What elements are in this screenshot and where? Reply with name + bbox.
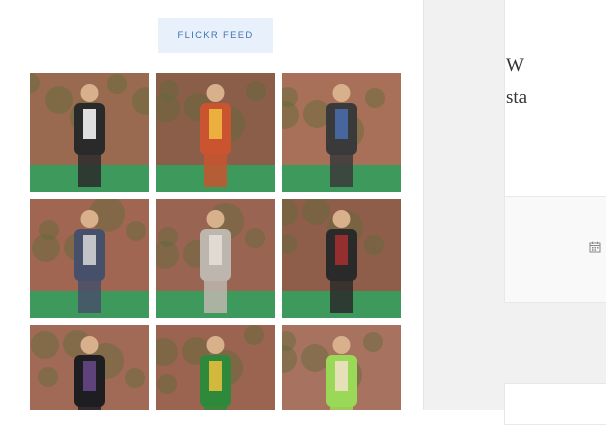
photo-image	[282, 73, 401, 192]
post-card-next	[504, 383, 606, 425]
flickr-photo-green-shirt-man[interactable]	[282, 325, 401, 410]
flickr-photo-beetlejuice-costume[interactable]	[30, 73, 149, 192]
photo-image	[282, 199, 401, 318]
flickr-photo-two-men-posing[interactable]	[282, 73, 401, 192]
photo-image	[156, 325, 275, 410]
photo-image	[156, 199, 275, 318]
photo-image	[30, 325, 149, 410]
flickr-feed-button[interactable]: FLICKR FEED	[158, 18, 273, 53]
calendar-icon	[589, 241, 601, 253]
photo-image	[282, 325, 401, 410]
flickr-photo-group-costume-party[interactable]	[156, 73, 275, 192]
flickr-photo-rabbit-onesie-costume[interactable]	[156, 199, 275, 318]
excerpt-line-2: sta	[506, 87, 528, 108]
flickr-photo-dinosaur-costume[interactable]	[156, 325, 275, 410]
photo-image	[30, 199, 149, 318]
blog-sidebar-area: W sta	[423, 0, 606, 425]
photo-image	[156, 73, 275, 192]
excerpt-line-1: W	[506, 55, 524, 76]
flickr-photo-dark-dress-costume[interactable]	[30, 325, 149, 410]
flickr-photo-gladiator-costume[interactable]	[282, 199, 401, 318]
flickr-widget: FLICKR FEED	[0, 0, 423, 410]
post-excerpt: W sta	[506, 50, 606, 114]
photo-image	[30, 73, 149, 192]
flickr-photo-man-bathrobe-costume[interactable]	[30, 199, 149, 318]
flickr-photo-grid	[30, 73, 401, 410]
